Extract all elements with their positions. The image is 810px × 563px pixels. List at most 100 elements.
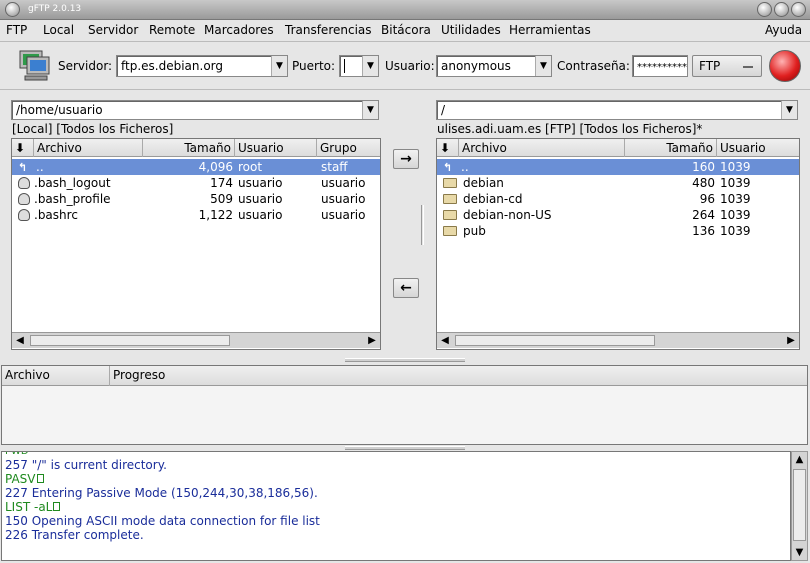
- pane-splitter[interactable]: [345, 446, 465, 450]
- upload-arrow-button[interactable]: →: [393, 149, 419, 169]
- col-archivo[interactable]: Archivo: [459, 139, 625, 157]
- scroll-left-icon[interactable]: ◀: [437, 333, 453, 348]
- folder-icon: [443, 194, 457, 204]
- table-row[interactable]: debian-non-US 264 1039: [437, 207, 799, 223]
- col-transfer-archivo[interactable]: Archivo: [2, 366, 110, 386]
- table-row[interactable]: ↰.. 160 1039: [437, 159, 799, 175]
- file-name: debian-non-US: [463, 208, 552, 222]
- scroll-up-icon[interactable]: ▲: [792, 452, 807, 467]
- col-tamano[interactable]: Tamaño: [143, 139, 235, 157]
- col-grupo[interactable]: Grupo: [317, 139, 380, 157]
- local-hscrollbar[interactable]: ◀ ▶: [12, 332, 380, 348]
- sort-arrow-icon[interactable]: ⬇: [12, 139, 34, 157]
- table-row[interactable]: ↰.. 4,096 root staff: [12, 159, 380, 175]
- close-icon[interactable]: [791, 2, 806, 17]
- log-vscrollbar[interactable]: ▲ ▼: [791, 451, 808, 561]
- scroll-right-icon[interactable]: ▶: [364, 333, 380, 348]
- title-bar[interactable]: gFTP 2.0.13: [0, 0, 810, 20]
- protocol-select[interactable]: FTP: [692, 55, 762, 77]
- remote-path-dropdown-arrow[interactable]: ▼: [781, 101, 797, 119]
- menu-ftp[interactable]: FTP: [6, 23, 27, 37]
- log-pane[interactable]: PWD 257 "/" is current directory. PASV 2…: [1, 451, 791, 561]
- menu-bar: FTP Local Servidor Remote Marcadores Tra…: [0, 20, 810, 42]
- menu-local[interactable]: Local: [43, 23, 74, 37]
- file-user: 1039: [720, 176, 751, 190]
- window-menu-icon[interactable]: [5, 2, 20, 17]
- log-line: 150 Opening ASCII mode data connection f…: [5, 514, 320, 528]
- table-row[interactable]: debian-cd 96 1039: [437, 191, 799, 207]
- server-value: ftp.es.debian.org: [121, 59, 224, 73]
- scroll-down-icon[interactable]: ▼: [792, 545, 807, 560]
- menu-ayuda[interactable]: Ayuda: [765, 23, 802, 37]
- password-label: Contraseña:: [557, 59, 630, 73]
- file-user: 1039: [720, 160, 751, 174]
- local-path-combo[interactable]: /home/usuario ▼: [11, 100, 379, 120]
- col-usuario[interactable]: Usuario: [717, 139, 799, 157]
- stop-icon[interactable]: [769, 50, 801, 82]
- sort-arrow-icon[interactable]: ⬇: [437, 139, 459, 157]
- scroll-right-icon[interactable]: ▶: [783, 333, 799, 348]
- remote-file-list[interactable]: ⬇ Archivo Tamaño Usuario ↰.. 160 1039 de…: [436, 138, 800, 350]
- port-input[interactable]: ▼: [339, 55, 379, 77]
- cr-glyph-icon: [53, 502, 61, 511]
- menu-bitacora[interactable]: Bitácora: [381, 23, 431, 37]
- menu-transferencias[interactable]: Transferencias: [285, 23, 372, 37]
- table-row[interactable]: .bash_logout 174 usuario usuario: [12, 175, 380, 191]
- remote-path-combo[interactable]: / ▼: [436, 100, 798, 120]
- local-status: [Local] [Todos los Ficheros]: [12, 122, 174, 136]
- menu-marcadores[interactable]: Marcadores: [204, 23, 274, 37]
- col-usuario[interactable]: Usuario: [235, 139, 317, 157]
- file-name: pub: [463, 224, 486, 238]
- menu-remote[interactable]: Remote: [149, 23, 195, 37]
- local-file-list[interactable]: ⬇ Archivo Tamaño Usuario Grupo ↰.. 4,096…: [11, 138, 381, 350]
- scroll-thumb[interactable]: [30, 335, 230, 346]
- col-archivo[interactable]: Archivo: [34, 139, 143, 157]
- file-group: staff: [321, 160, 348, 174]
- table-row[interactable]: .bashrc 1,122 usuario usuario: [12, 207, 380, 223]
- col-tamano[interactable]: Tamaño: [625, 139, 717, 157]
- user-dropdown-arrow[interactable]: ▼: [535, 56, 551, 76]
- menu-herramientas[interactable]: Herramientas: [509, 23, 591, 37]
- remote-hscrollbar[interactable]: ◀ ▶: [437, 332, 799, 348]
- file-size: 509: [210, 192, 233, 206]
- local-path-dropdown-arrow[interactable]: ▼: [362, 101, 378, 119]
- col-transfer-progreso[interactable]: Progreso: [110, 366, 807, 386]
- download-arrow-button[interactable]: ←: [393, 278, 419, 298]
- menu-servidor[interactable]: Servidor: [88, 23, 138, 37]
- scroll-left-icon[interactable]: ◀: [12, 333, 28, 348]
- maximize-icon[interactable]: [774, 2, 789, 17]
- scroll-thumb[interactable]: [455, 335, 655, 346]
- file-name: ..: [36, 160, 44, 174]
- pane-splitter[interactable]: [345, 358, 465, 362]
- minimize-icon[interactable]: [757, 2, 772, 17]
- file-icon: [18, 193, 30, 205]
- scroll-thumb[interactable]: [793, 469, 806, 541]
- connect-computer-icon[interactable]: [17, 47, 53, 83]
- server-dropdown-arrow[interactable]: ▼: [271, 56, 287, 76]
- log-line: PASV: [5, 472, 44, 486]
- file-group: usuario: [321, 176, 366, 190]
- file-user: usuario: [238, 192, 283, 206]
- transfer-list[interactable]: Archivo Progreso: [1, 365, 808, 445]
- local-path-value: /home/usuario: [16, 103, 103, 117]
- user-input[interactable]: anonymous ▼: [436, 55, 552, 77]
- log-line: 257 "/" is current directory.: [5, 458, 167, 472]
- file-group: usuario: [321, 192, 366, 206]
- log-line: 226 Transfer complete.: [5, 528, 144, 542]
- menu-utilidades[interactable]: Utilidades: [441, 23, 501, 37]
- pane-divider[interactable]: [421, 205, 424, 245]
- file-name: debian-cd: [463, 192, 523, 206]
- file-user: usuario: [238, 208, 283, 222]
- password-input[interactable]: **********: [632, 55, 688, 77]
- remote-list-header: ⬇ Archivo Tamaño Usuario: [437, 139, 799, 157]
- port-dropdown-arrow[interactable]: ▼: [362, 56, 378, 76]
- folder-icon: [443, 178, 457, 188]
- parent-dir-icon: ↰: [18, 161, 28, 174]
- table-row[interactable]: debian 480 1039: [437, 175, 799, 191]
- table-row[interactable]: pub 136 1039: [437, 223, 799, 239]
- server-input[interactable]: ftp.es.debian.org ▼: [116, 55, 288, 77]
- table-row[interactable]: .bash_profile 509 usuario usuario: [12, 191, 380, 207]
- option-menu-indicator-icon: [743, 66, 753, 68]
- log-line: 227 Entering Passive Mode (150,244,30,38…: [5, 486, 318, 500]
- file-icon: [18, 209, 30, 221]
